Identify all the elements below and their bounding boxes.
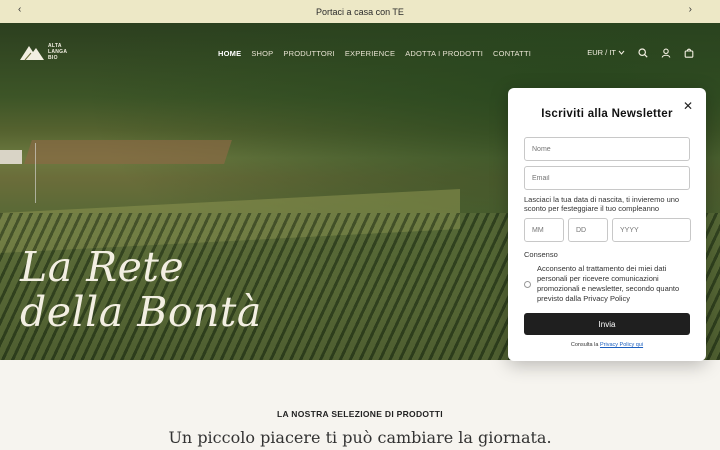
section-title: LA NOSTRA SELEZIONE DI PRODOTTI — [277, 409, 443, 419]
account-icon[interactable] — [660, 47, 671, 58]
nav-item-experience[interactable]: EXPERIENCE — [345, 49, 395, 58]
consent-radio[interactable] — [524, 280, 531, 288]
privacy-note: Consulta la Privacy Policy qui — [570, 342, 644, 348]
birth-day-input[interactable] — [568, 218, 608, 242]
chevron-left-icon[interactable]: ‹ — [18, 4, 21, 15]
birth-month-input[interactable] — [524, 218, 564, 242]
privacy-policy-link[interactable]: Privacy Policy qui — [600, 342, 643, 348]
close-icon[interactable]: ✕ — [683, 100, 693, 112]
logo-mark-icon — [20, 46, 44, 61]
hero-title: La Rete della Bontà — [20, 243, 262, 336]
chevron-right-icon[interactable]: › — [689, 4, 692, 15]
birthdate-fields — [524, 218, 691, 242]
email-input[interactable] — [524, 166, 690, 190]
header-actions: EUR / IT — [587, 47, 694, 58]
submit-button[interactable]: Invia — [524, 313, 690, 335]
nav-item-contatti[interactable]: CONTATTI — [493, 49, 531, 58]
announcement-text: Portaci a casa con TE — [316, 6, 404, 17]
cart-icon[interactable] — [683, 47, 694, 58]
brand-logo[interactable]: ALTA LANGA BIO — [19, 43, 67, 61]
consent-option[interactable]: Acconsento al trattamento dei miei dati … — [524, 264, 690, 304]
nav-item-adotta-i-prodotti[interactable]: ADOTTA I PRODOTTI — [405, 49, 483, 58]
consent-text: Acconsento al trattamento dei miei dati … — [537, 264, 680, 303]
site-header: ALTA LANGA BIO HOME SHOP PRODUTTORI EXPE… — [0, 23, 720, 83]
search-icon[interactable] — [637, 47, 648, 58]
birthday-description: Lasciaci la tua data di nascita, ti invi… — [524, 195, 680, 213]
nav-item-produttori[interactable]: PRODUTTORI — [283, 49, 334, 58]
main-nav: HOME SHOP PRODUTTORI EXPERIENCE ADOTTA I… — [218, 49, 531, 58]
consent-title: Consenso — [524, 250, 558, 259]
announcement-bar: ‹ Portaci a casa con TE › — [0, 0, 720, 23]
currency-selector[interactable]: EUR / IT — [587, 48, 625, 57]
section-subtitle: Un piccolo piacere ti può cambiare la gi… — [168, 428, 552, 447]
popup-title: Iscriviti alla Newsletter — [541, 108, 673, 120]
chevron-down-icon — [618, 50, 625, 55]
nav-item-shop[interactable]: SHOP — [251, 49, 273, 58]
birth-year-input[interactable] — [612, 218, 691, 242]
nav-item-home[interactable]: HOME — [218, 49, 241, 58]
newsletter-popup: ✕ Iscriviti alla Newsletter Lasciaci la … — [508, 88, 706, 361]
name-input[interactable] — [524, 137, 690, 161]
